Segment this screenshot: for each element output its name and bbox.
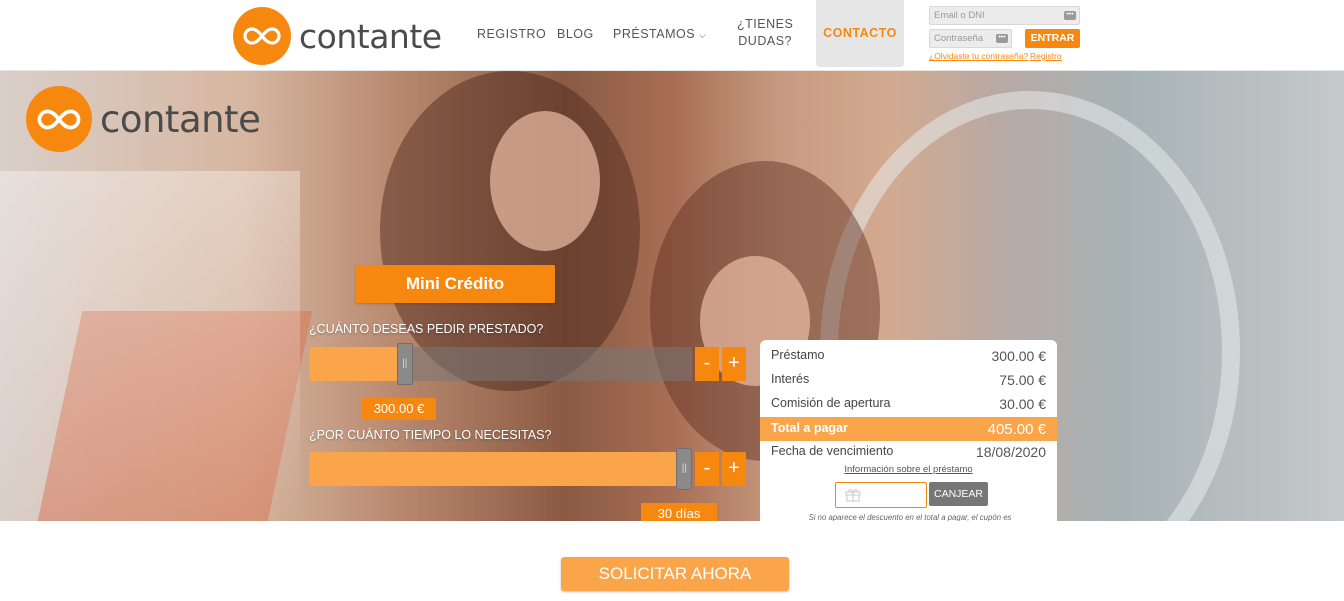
amount-value: 300.00 € xyxy=(362,398,436,420)
term-minus-button[interactable]: - xyxy=(695,452,719,486)
nav-dudas-line1: ¿TIENES xyxy=(737,17,794,31)
coupon-input[interactable] xyxy=(835,482,927,508)
summary-total-row: Total a pagar 405.00 € xyxy=(760,417,1057,441)
summary-value: 405.00 € xyxy=(987,421,1046,438)
infinity-icon xyxy=(26,86,92,152)
email-placeholder: Email o DNI xyxy=(934,10,985,21)
login-button[interactable]: ENTRAR xyxy=(1025,29,1080,48)
nav-dudas[interactable]: ¿TIENES DUDAS? xyxy=(737,16,793,50)
amount-plus-button[interactable]: + xyxy=(722,347,746,381)
summary-row: Interés 75.00 € xyxy=(760,368,1057,392)
apply-now-button[interactable]: SOLICITAR AHORA xyxy=(561,557,789,591)
password-dots-icon: ••• xyxy=(1064,11,1076,20)
hero-photo-shape xyxy=(490,111,600,251)
summary-label: Interés xyxy=(771,372,810,386)
summary-row: Fecha de vencimiento 18/08/2020 xyxy=(760,440,1057,464)
register-link[interactable]: Registro xyxy=(1030,51,1062,61)
summary-label: Fecha de vencimiento xyxy=(771,444,894,458)
nav-contacto[interactable]: CONTACTO xyxy=(816,0,904,67)
infinity-icon xyxy=(233,7,291,65)
loan-info-link[interactable]: Información sobre el préstamo xyxy=(760,464,1057,475)
summary-value: 18/08/2020 xyxy=(975,444,1046,460)
loan-summary-card: Préstamo 300.00 € Interés 75.00 € Comisi… xyxy=(760,340,1057,521)
nav-prestamos-label: PRÉSTAMOS xyxy=(613,27,696,41)
password-field[interactable]: Contraseña ••• xyxy=(929,29,1012,48)
hero-photo-shape xyxy=(0,171,300,521)
term-plus-button[interactable]: + xyxy=(722,452,746,486)
email-field[interactable]: Email o DNI ••• xyxy=(929,6,1080,25)
term-slider[interactable] xyxy=(309,452,692,486)
header-logo[interactable]: contante xyxy=(233,7,442,65)
calculator-title: Mini Crédito xyxy=(355,265,555,303)
term-slider-handle[interactable]: || xyxy=(676,448,693,490)
summary-row: Préstamo 300.00 € xyxy=(760,344,1057,368)
term-value: 30 días xyxy=(641,503,717,521)
brand-name: contante xyxy=(299,16,442,56)
nav-dudas-line2: DUDAS? xyxy=(738,34,792,48)
hero-logo: contante xyxy=(26,86,261,152)
hero-brand-name: contante xyxy=(100,97,261,141)
summary-row: Comisión de apertura 30.00 € xyxy=(760,392,1057,416)
amount-slider[interactable] xyxy=(309,347,692,381)
summary-label: Total a pagar xyxy=(771,421,848,435)
password-placeholder: Contraseña xyxy=(934,33,984,44)
gift-icon xyxy=(845,489,861,502)
amount-minus-button[interactable]: - xyxy=(695,347,719,381)
site-header: contante REGISTRO BLOG PRÉSTAMOS ⌵ ¿TIEN… xyxy=(0,0,1344,71)
summary-value: 75.00 € xyxy=(999,372,1046,388)
password-dots-icon: ••• xyxy=(996,34,1008,43)
term-slider-fill xyxy=(309,452,685,486)
nav-blog[interactable]: BLOG xyxy=(557,26,594,43)
redeem-coupon-button[interactable]: CANJEAR xyxy=(929,482,988,506)
summary-value: 30.00 € xyxy=(999,396,1046,412)
forgot-password-link[interactable]: ¿Olvidaste tu contraseña? xyxy=(929,51,1028,61)
summary-label: Préstamo xyxy=(771,348,825,362)
amount-question: ¿CUÁNTO DESEAS PEDIR PRESTADO? xyxy=(309,322,544,336)
amount-slider-fill xyxy=(309,347,405,381)
chevron-down-icon: ⌵ xyxy=(699,30,707,40)
hero-banner: contante Mini Crédito ¿CUÁNTO DESEAS PED… xyxy=(0,71,1344,521)
summary-label: Comisión de apertura xyxy=(771,396,891,410)
amount-slider-handle[interactable]: || xyxy=(396,343,413,385)
term-question: ¿POR CUÁNTO TIEMPO LO NECESITAS? xyxy=(309,428,552,442)
nav-prestamos[interactable]: PRÉSTAMOS ⌵ xyxy=(613,26,706,44)
summary-value: 300.00 € xyxy=(991,348,1047,364)
nav-registro[interactable]: REGISTRO xyxy=(477,26,546,43)
coupon-note: Si no aparece el descuento en el total a… xyxy=(808,513,1012,521)
